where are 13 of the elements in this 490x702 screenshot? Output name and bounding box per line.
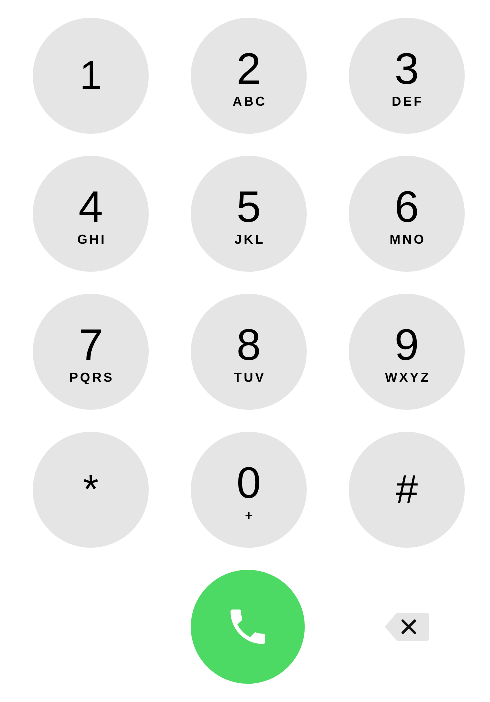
keypad-key[interactable]: 5 JKL	[191, 156, 307, 272]
keypad-key[interactable]: 1	[33, 18, 149, 134]
keypad-key[interactable]: 4 GHI	[33, 156, 149, 272]
keypad-key[interactable]: 9 WXYZ	[349, 294, 465, 410]
backspace-icon[interactable]	[383, 611, 431, 643]
keypad-key[interactable]: 8 TUV	[191, 294, 307, 410]
keypad-key[interactable]: 0 +	[191, 432, 307, 548]
keypad-key[interactable]: *	[33, 432, 149, 548]
keypad-key[interactable]: #	[349, 432, 465, 548]
keypad-key[interactable]: 7 PQRS	[33, 294, 149, 410]
keypad-key[interactable]: 3 DEF	[349, 18, 465, 134]
keypad-key[interactable]: 2 ABC	[191, 18, 307, 134]
keypad-key[interactable]: 6 MNO	[349, 156, 465, 272]
